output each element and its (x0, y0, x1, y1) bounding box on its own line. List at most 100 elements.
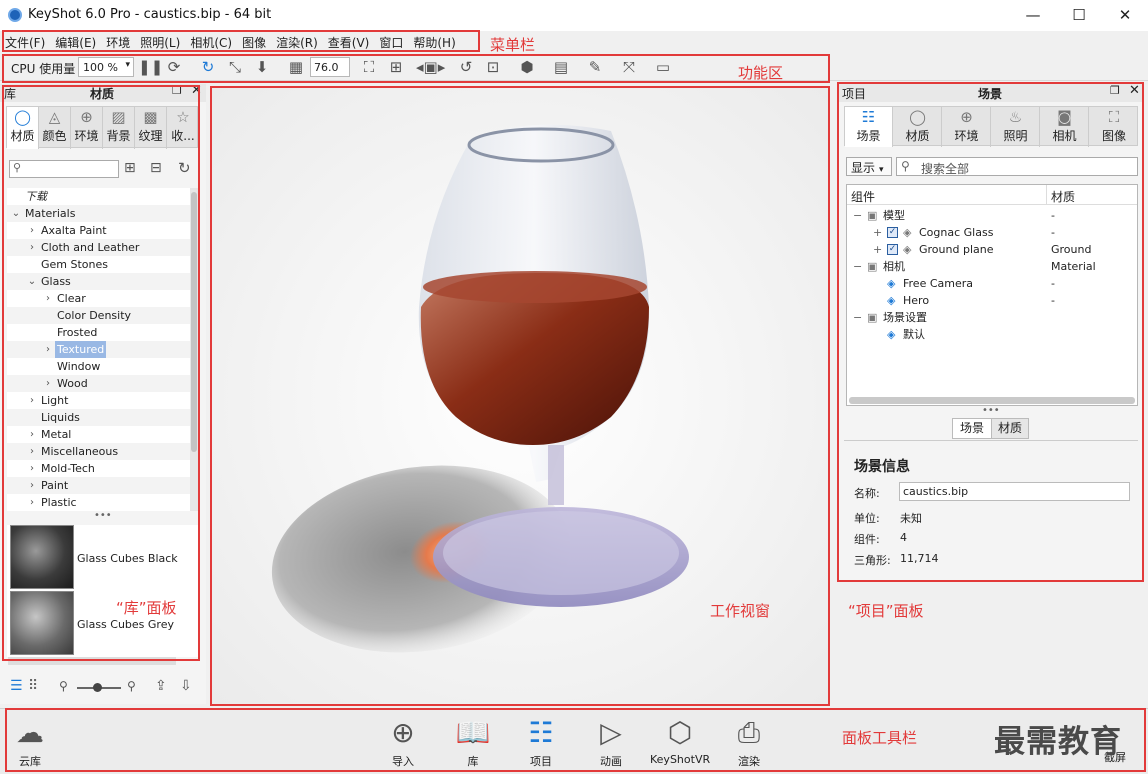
download-icon[interactable]: ⇩ (180, 678, 192, 694)
tree-item[interactable]: Window (7, 358, 191, 375)
tab-image[interactable]: ⛶ 图像 (1090, 107, 1138, 147)
tree-item[interactable]: › Mold-Tech (7, 460, 191, 477)
reset-icon[interactable]: ↻ (199, 58, 217, 76)
project-button[interactable]: ☷ 项目 (511, 713, 571, 769)
tree-item[interactable]: › Cloth and Leather (7, 239, 191, 256)
expander-icon[interactable]: − (853, 309, 863, 326)
tab-lighting[interactable]: ♨ 照明 (992, 107, 1040, 147)
chevron-right-icon[interactable]: › (27, 426, 37, 443)
list-view-icon[interactable]: ☰ (10, 678, 23, 694)
refresh-icon[interactable]: ↺ (457, 58, 475, 76)
add-folder-icon[interactable]: ⊞ (124, 160, 136, 176)
tab-textures[interactable]: ▩ 纹理 (135, 107, 167, 149)
show-dropdown[interactable]: 显示 ▾ (846, 157, 892, 176)
tree-item[interactable]: ⌄ Glass (7, 273, 191, 290)
cpu-usage-select[interactable]: 100 % ▾ (78, 57, 134, 77)
fit-view-icon[interactable]: ⤡ (226, 58, 244, 76)
remove-folder-icon[interactable]: ⊟ (150, 160, 162, 176)
chevron-right-icon[interactable]: › (27, 239, 37, 256)
scene-tree-row[interactable]: ◈ Hero - (847, 292, 1137, 309)
scene-search-input[interactable]: ⚲ 搜索全部 (896, 157, 1138, 176)
geometry-icon[interactable]: ⬢ (518, 58, 536, 76)
chevron-right-icon[interactable]: › (43, 341, 53, 358)
expander-icon[interactable]: − (853, 207, 863, 224)
maximize-button[interactable]: ☐ (1056, 0, 1102, 31)
screenshot-icon[interactable]: ⛶ (360, 58, 378, 76)
menu-edit[interactable]: 编辑(E) (50, 31, 101, 54)
tab-environments[interactable]: ⊕ 环境 (71, 107, 103, 149)
pause-icon[interactable]: ❚❚ (138, 58, 163, 76)
undock-icon[interactable]: ❐ (1110, 84, 1120, 97)
animation-button[interactable]: ▷ 动画 (581, 713, 641, 769)
lock-camera-icon[interactable]: ⊡ (484, 58, 502, 76)
performance-mode-icon[interactable]: ⟳ (165, 58, 183, 76)
subtab-material[interactable]: 材质 (991, 418, 1029, 439)
tab-material[interactable]: ◯ 材质 (894, 107, 942, 147)
chevron-right-icon[interactable]: › (27, 222, 37, 239)
add-camera-icon[interactable]: ⊞ (387, 58, 405, 76)
tab-favorites[interactable]: ☆ 收... (167, 107, 199, 149)
tree-item[interactable]: ⌄ Materials (7, 205, 191, 222)
tree-item[interactable]: › Clear (7, 290, 191, 307)
scene-tree-row[interactable]: − ▣ 模型 - (847, 207, 1137, 224)
scene-tree-row[interactable]: ◈ 默认 (847, 326, 1137, 343)
chevron-right-icon[interactable]: › (43, 375, 53, 392)
scene-tree-row[interactable]: + ✓ ◈ Ground plane Ground Material (847, 241, 1137, 273)
expander-icon[interactable]: − (853, 258, 863, 275)
refresh-library-icon[interactable]: ↻ (178, 159, 191, 177)
scene-tree-row[interactable]: + ✓ ◈ Cognac Glass - (847, 224, 1137, 241)
perspective-icon[interactable]: ▦ (287, 58, 305, 76)
undock-icon[interactable]: ❐ (172, 84, 182, 97)
zoom-out-icon[interactable]: ⚲ (59, 679, 68, 693)
splitter-handle[interactable]: ••• (982, 405, 1000, 416)
tree-item[interactable]: › Plastic (7, 494, 191, 511)
import-button[interactable]: ⊕ 导入 (373, 713, 433, 769)
library-search-input[interactable]: ⚲ (9, 160, 119, 178)
tree-item[interactable]: › Axalta Paint (7, 222, 191, 239)
minimize-button[interactable]: — (1010, 0, 1056, 31)
menu-lighting[interactable]: 照明(L) (135, 31, 185, 54)
scene-name-input[interactable]: caustics.bip (899, 482, 1130, 501)
tree-item[interactable]: › Wood (7, 375, 191, 392)
chevron-down-icon[interactable]: ⌄ (27, 273, 37, 290)
menu-help[interactable]: 帮助(H) (408, 31, 460, 54)
menu-environment[interactable]: 环境 (101, 31, 135, 54)
chevron-right-icon[interactable]: › (27, 443, 37, 460)
chevron-right-icon[interactable]: › (27, 392, 37, 409)
menu-file[interactable]: 文件(F) (0, 31, 50, 54)
scene-tree-scrollbar[interactable] (849, 397, 1135, 404)
move-tool-icon[interactable]: ⤧ (620, 58, 638, 76)
subtab-scene[interactable]: 场景 (952, 418, 992, 439)
tab-materials[interactable]: ◯ 材质 (7, 107, 39, 149)
tab-backplates[interactable]: ▨ 背景 (103, 107, 135, 149)
menu-render[interactable]: 渲染(R) (271, 31, 323, 54)
library-scroll-thumb[interactable] (191, 192, 197, 452)
expander-icon[interactable]: + (873, 241, 883, 258)
keyshotvr-button[interactable]: ⬡ KeyShotVR (650, 713, 710, 766)
script-console-icon[interactable]: ▭ (654, 58, 672, 76)
scene-tree-row[interactable]: − ▣ 相机 (847, 258, 1137, 275)
menu-camera[interactable]: 相机(C) (185, 31, 237, 54)
visibility-checkbox[interactable]: ✓ (887, 227, 898, 238)
fov-input[interactable]: 76.0 (310, 57, 350, 77)
chevron-right-icon[interactable]: › (27, 460, 37, 477)
tab-scene[interactable]: ☷ 场景 (845, 107, 893, 147)
thumbnail-scrollbar[interactable] (8, 657, 176, 665)
chevron-right-icon[interactable]: › (27, 494, 37, 511)
close-panel-icon[interactable]: ✕ (1129, 83, 1140, 98)
presentation-icon[interactable]: ▤ (552, 58, 570, 76)
close-button[interactable]: ✕ (1102, 0, 1148, 31)
ground-icon[interactable]: ⬇ (253, 58, 271, 76)
scene-tree-row[interactable]: ◈ Free Camera - (847, 275, 1137, 292)
tree-item[interactable]: Frosted (7, 324, 191, 341)
tree-item[interactable]: Gem Stones (7, 256, 191, 273)
tab-camera[interactable]: ◙ 相机 (1041, 107, 1089, 147)
thumb-glass-cubes-black[interactable] (10, 525, 74, 589)
tree-item[interactable]: › Paint (7, 477, 191, 494)
tree-item[interactable]: Liquids (7, 409, 191, 426)
chevron-right-icon[interactable]: › (27, 477, 37, 494)
column-divider[interactable] (1046, 185, 1047, 205)
chevron-right-icon[interactable]: › (43, 290, 53, 307)
tree-item[interactable]: › Miscellaneous (7, 443, 191, 460)
tree-item[interactable]: › Textured (7, 341, 191, 358)
